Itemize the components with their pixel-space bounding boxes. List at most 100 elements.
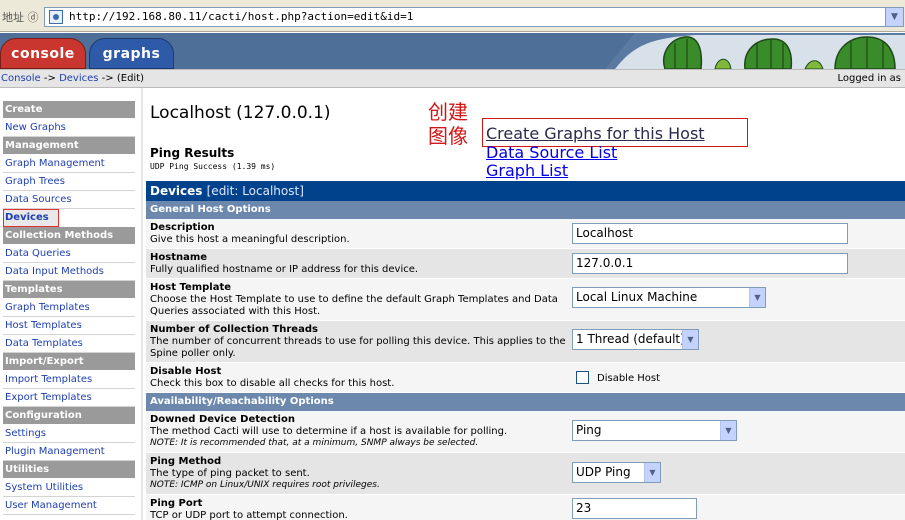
- main-content: Localhost (127.0.0.1) Ping Results UDP P…: [146, 88, 905, 520]
- select-value: Local Linux Machine: [576, 290, 698, 304]
- sidebar-section-import-export: Import/Export: [3, 353, 135, 371]
- field-description: Check this box to disable all checks for…: [150, 378, 395, 389]
- ping-port-input[interactable]: 23: [572, 498, 697, 519]
- chevron-down-icon[interactable]: ▼: [885, 8, 903, 26]
- field-description: The method Cacti will use to determine i…: [150, 426, 508, 437]
- breadcrumb-separator: ->: [98, 73, 117, 84]
- threads-select[interactable]: 1 Thread (default) ▼: [572, 329, 699, 350]
- form-title: Devices: [150, 184, 203, 198]
- field-row-ping-port: Ping Port TCP or UDP port to attempt con…: [146, 495, 905, 520]
- field-label: Ping Port: [150, 498, 203, 509]
- tab-console[interactable]: console: [0, 38, 86, 69]
- ping-results-heading: Ping Results: [150, 146, 235, 160]
- graph-list-link[interactable]: Graph List: [486, 161, 568, 180]
- sidebar-menu: Create New Graphs Management Graph Manageme…: [3, 101, 135, 515]
- sidebar-item-system-utilities[interactable]: System Utilities: [3, 479, 135, 497]
- field-description: Give this host a meaningful description.: [150, 234, 350, 245]
- select-value: UDP Ping: [576, 465, 631, 479]
- section-header-general: General Host Options: [146, 201, 905, 219]
- url-input[interactable]: http://192.168.80.11/cacti/host.php?acti…: [44, 7, 904, 27]
- sidebar-section-create: Create: [3, 101, 135, 119]
- downed-detection-select[interactable]: Ping ▼: [572, 420, 737, 441]
- sidebar-item-data-sources[interactable]: Data Sources: [3, 191, 135, 209]
- sidebar-item-host-templates[interactable]: Host Templates: [3, 317, 135, 335]
- field-description: Fully qualified hostname or IP address f…: [150, 264, 419, 275]
- field-row-disable-host: Disable Host Check this box to disable a…: [146, 363, 905, 393]
- breadcrumb-current: (Edit): [116, 73, 145, 84]
- host-template-select[interactable]: Local Linux Machine ▼: [572, 287, 766, 308]
- url-text: http://192.168.80.11/cacti/host.php?acti…: [69, 10, 414, 23]
- cacti-logo: [605, 33, 905, 69]
- field-label: Host Template: [150, 282, 232, 293]
- page-icon: [49, 10, 63, 24]
- sidebar-section-templates: Templates: [3, 281, 135, 299]
- breadcrumb-separator: ->: [40, 73, 60, 84]
- disable-host-checkbox[interactable]: [576, 371, 589, 384]
- sidebar-item-plugin-management[interactable]: Plugin Management: [3, 443, 135, 461]
- field-label: Description: [150, 222, 215, 233]
- chevron-down-icon[interactable]: ▼: [644, 463, 660, 482]
- field-description: The number of concurrent threads to use …: [150, 336, 566, 359]
- chevron-down-icon[interactable]: ▼: [749, 288, 765, 307]
- select-value: 1 Thread (default): [576, 332, 685, 346]
- description-input[interactable]: Localhost: [572, 223, 848, 244]
- field-note: NOTE: It is recommended that, at a minim…: [150, 438, 479, 448]
- sidebar-item-new-graphs[interactable]: New Graphs: [3, 119, 135, 137]
- field-row-threads: Number of Collection Threads The number …: [146, 321, 905, 363]
- sidebar-section-management: Management: [3, 137, 135, 155]
- field-row-downed-detection: Downed Device Detection The method Cacti…: [146, 411, 905, 453]
- annotation-line: 创建: [428, 100, 468, 124]
- create-graphs-link[interactable]: Create Graphs for this Host: [486, 124, 705, 143]
- chevron-down-icon[interactable]: ▼: [682, 330, 698, 349]
- sidebar-item-graph-management[interactable]: Graph Management: [3, 155, 135, 173]
- field-label: Downed Device Detection: [150, 414, 295, 425]
- field-description: The type of ping packet to sent.: [150, 468, 310, 479]
- field-row-ping-method: Ping Method The type of ping packet to s…: [146, 453, 905, 495]
- page-title: Localhost (127.0.0.1): [150, 103, 331, 123]
- checkbox-label: Disable Host: [597, 373, 661, 384]
- login-status: Logged in as: [837, 73, 901, 84]
- field-description: Choose the Host Template to use to defin…: [150, 294, 558, 317]
- sidebar-section-utilities: Utilities: [3, 461, 135, 479]
- breadcrumb-devices-link[interactable]: Devices: [59, 73, 98, 84]
- header-bar: console graphs: [0, 33, 905, 69]
- form-subtitle: [edit: Localhost]: [206, 184, 304, 198]
- tab-graphs[interactable]: graphs: [89, 38, 174, 69]
- select-value: Ping: [576, 423, 602, 437]
- field-label: Ping Method: [150, 456, 222, 467]
- breadcrumb: Console -> Devices -> (Edit) Logged in a…: [0, 69, 905, 88]
- chevron-down-icon[interactable]: ▼: [720, 421, 736, 440]
- sidebar-item-devices[interactable]: Devices: [3, 209, 59, 227]
- breadcrumb-console-link[interactable]: Console: [1, 73, 41, 84]
- field-description: TCP or UDP port to attempt connection.: [150, 510, 348, 520]
- annotation-line: 图像: [428, 124, 468, 148]
- address-label: 地址 ⓓ: [2, 11, 39, 24]
- field-row-hostname: Hostname Fully qualified hostname or IP …: [146, 249, 905, 279]
- hostname-input[interactable]: 127.0.0.1: [572, 253, 848, 274]
- sidebar-item-graph-templates[interactable]: Graph Templates: [3, 299, 135, 317]
- address-bar: 地址 ⓓ http://192.168.80.11/cacti/host.php…: [0, 0, 905, 32]
- field-label: Disable Host: [150, 366, 222, 377]
- sidebar-item-user-management[interactable]: User Management: [3, 497, 135, 515]
- field-row-host-template: Host Template Choose the Host Template t…: [146, 279, 905, 321]
- sidebar-section-collection-methods: Collection Methods: [3, 227, 135, 245]
- sidebar-item-export-templates[interactable]: Export Templates: [3, 389, 135, 407]
- sidebar-item-data-input-methods[interactable]: Data Input Methods: [3, 263, 135, 281]
- form-title-bar: Devices [edit: Localhost]: [146, 181, 905, 201]
- field-note: NOTE: ICMP on Linux/UNIX requires root p…: [150, 480, 380, 490]
- device-edit-form: Devices [edit: Localhost] General Host O…: [146, 181, 905, 520]
- sidebar-item-data-templates[interactable]: Data Templates: [3, 335, 135, 353]
- field-label: Number of Collection Threads: [150, 324, 318, 335]
- section-header-availability: Availability/Reachability Options: [146, 393, 905, 411]
- sidebar-item-data-queries[interactable]: Data Queries: [3, 245, 135, 263]
- field-label: Hostname: [150, 252, 208, 263]
- sidebar-section-configuration: Configuration: [3, 407, 135, 425]
- sidebar-item-settings[interactable]: Settings: [3, 425, 135, 443]
- sidebar-item-graph-trees[interactable]: Graph Trees: [3, 173, 135, 191]
- sidebar-divider: [141, 88, 143, 520]
- sidebar-item-import-templates[interactable]: Import Templates: [3, 371, 135, 389]
- annotation-note: 创建 图像: [428, 100, 468, 148]
- ping-method-select[interactable]: UDP Ping ▼: [572, 462, 661, 483]
- ping-status-text: UDP Ping Success (1.39 ms): [150, 162, 276, 171]
- data-source-list-link[interactable]: Data Source List: [486, 143, 617, 162]
